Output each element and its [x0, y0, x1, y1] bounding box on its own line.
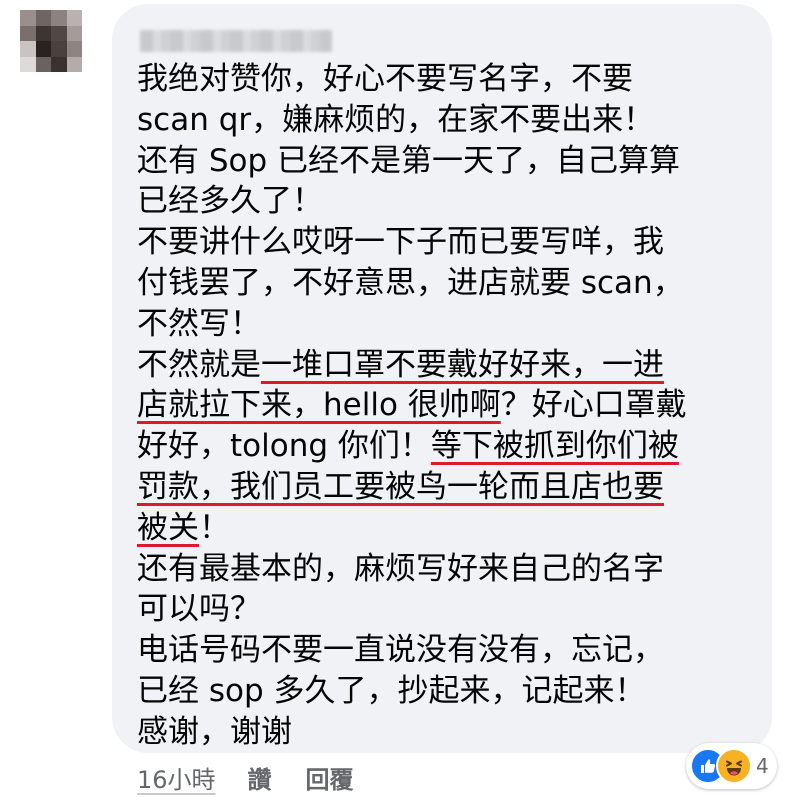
comment-line: 电话号码不要一直说没有没有，忘记，	[137, 630, 767, 671]
underlined-text: 罚款，我们员工要被鸟一轮而且店也要	[137, 468, 664, 505]
comment-line: 不然就是一堆口罩不要戴好好来，一进	[137, 345, 767, 386]
reply-button[interactable]: 回覆	[306, 760, 354, 795]
comment-line: 已经 sop 多久了，抄起来，记起来！	[137, 671, 767, 712]
reaction-summary[interactable]: 4	[686, 743, 777, 789]
underlined-text: 店就拉下来，hello 很帅啊	[137, 387, 501, 424]
comment-text-segment: ！	[199, 509, 230, 546]
comment-line: 还有 Sop 已经不是第一天了，自己算算	[137, 141, 767, 182]
comment-line: 好好，tolong 你们！等下被抓到你们被	[137, 426, 767, 467]
comment-text-segment: 不然就是	[137, 346, 261, 383]
comment-text-segment: 付钱罢了，不好意思，进店就要 scan，	[137, 264, 684, 301]
comment-text-segment: 感谢，谢谢	[137, 713, 292, 750]
comment-text-segment: 已经多久了！	[137, 183, 323, 220]
comment-text-segment: ？好心口罩戴	[500, 387, 687, 424]
comment-line: 店就拉下来，hello 很帅啊？好心口罩戴	[137, 385, 767, 426]
comment-text-segment: 电话号码不要一直说没有没有，忘记，	[137, 632, 664, 669]
comment-line: 罚款，我们员工要被鸟一轮而且店也要	[137, 467, 767, 508]
comment-text-segment: scan qr，嫌麻烦的，在家不要出来！	[137, 101, 655, 138]
comment-line: 不然写！	[137, 304, 767, 345]
comment-line: 可以吗？	[137, 589, 767, 630]
comment-line: 不要讲什么哎呀一下子而已要写咩，我	[137, 222, 767, 263]
haha-icon	[716, 748, 752, 784]
comment-footer: 16小時 讚 回覆	[137, 757, 388, 797]
comment-line: 付钱罢了，不好意思，进店就要 scan，	[137, 263, 767, 304]
comment-text-segment: 不然写！	[137, 305, 261, 342]
comment-text-segment: 好好，tolong 你们！	[137, 428, 431, 465]
comment-line: 被关！	[137, 508, 767, 549]
comment-line: 已经多久了！	[137, 181, 767, 222]
comment-line: 我绝对赞你，好心不要写名字，不要	[137, 59, 767, 100]
comment-text: 我绝对赞你，好心不要写名字，不要 scan qr，嫌麻烦的，在家不要出来！ 还有 S…	[137, 59, 767, 753]
like-button[interactable]: 讚	[248, 760, 272, 795]
author-name[interactable]	[140, 30, 332, 52]
comment-line: scan qr，嫌麻烦的，在家不要出来！	[137, 100, 767, 141]
timestamp[interactable]: 16小時	[137, 760, 216, 795]
avatar[interactable]	[20, 10, 82, 72]
comment-text-segment: 我绝对赞你，好心不要写名字，不要	[137, 61, 633, 97]
underlined-text: 被关	[137, 509, 199, 546]
comment-line: 还有最基本的，麻烦写好来自己的名字	[137, 549, 767, 590]
underlined-text: 一堆口罩不要戴好好来，一进	[261, 346, 664, 383]
underlined-text: 等下被抓到你们被	[430, 428, 679, 465]
comment-line: 感谢，谢谢	[137, 712, 767, 753]
reaction-count: 4	[756, 754, 769, 778]
comment-text-segment: 还有最基本的，麻烦写好来自己的名字	[137, 550, 664, 587]
comment-text-segment: 不要讲什么哎呀一下子而已要写咩，我	[137, 224, 664, 261]
comment-text-segment: 还有 Sop 已经不是第一天了，自己算算	[137, 142, 681, 179]
comment-text-segment: 已经 sop 多久了，抄起来，记起来！	[137, 672, 646, 709]
comment-text-segment: 可以吗？	[137, 591, 261, 628]
